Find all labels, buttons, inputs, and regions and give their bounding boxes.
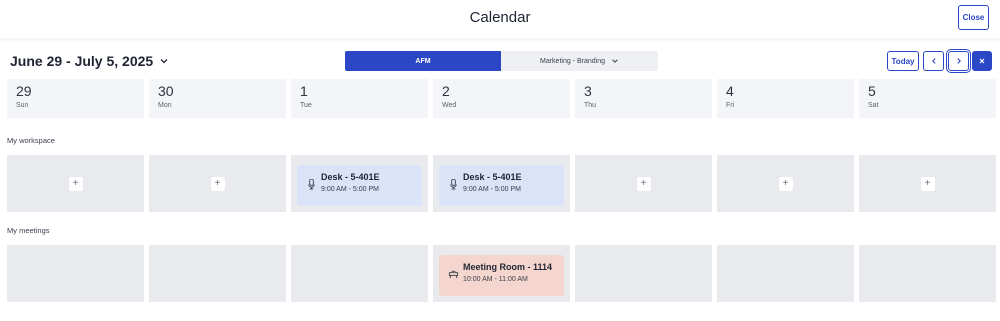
workspace-cell: Desk - 5-401E 9:00 AM - 5:00 PM [433,155,570,212]
segment-marketing-branding[interactable]: Marketing - Branding [501,51,658,71]
booking-time: 10:00 AM - 11:00 AM [463,276,528,283]
day-name: Tue [300,102,312,109]
day-header: 4 Fri [717,79,854,118]
date-range-selector[interactable]: June 29 - July 5, 2025 [10,53,169,69]
desk-icon [308,179,315,190]
day-header: 5 Sat [859,79,996,118]
meeting-cell [717,245,854,302]
desk-booking-card[interactable]: Desk - 5-401E 9:00 AM - 5:00 PM [297,165,422,206]
booking-time: 9:00 AM - 5:00 PM [321,186,379,193]
day-number: 3 [584,83,592,99]
chevron-down-icon [160,59,168,64]
segment-afm[interactable]: AFM [345,51,501,71]
date-range-label: June 29 - July 5, 2025 [10,53,154,69]
close-button[interactable]: Close [958,5,989,30]
today-button[interactable]: Today [887,51,919,71]
workspace-cell: + [859,155,996,212]
meeting-cell [7,245,144,302]
day-number: 4 [726,83,734,99]
chevron-down-icon [612,59,618,63]
meeting-booking-card[interactable]: Meeting Room - 1114 10:00 AM - 11:00 AM [439,255,564,296]
day-name: Fri [726,102,735,109]
booking-title: Meeting Room - 1114 [463,262,553,272]
page-title: Calendar [469,9,531,26]
location-segment: AFM Marketing - Branding [345,51,658,71]
day-number: 29 [16,83,32,99]
add-booking-button[interactable]: + [68,176,83,191]
day-name: Sun [16,102,29,109]
workspace-cell: + [7,155,144,212]
header: Calendar Close [0,0,1000,38]
close-icon [979,58,985,64]
booking-title: Desk - 5-401E [321,172,380,182]
day-header: 29 Sun [7,79,144,118]
add-booking-button[interactable]: + [920,176,935,191]
meeting-cell [149,245,286,302]
day-number: 1 [300,83,308,99]
next-week-button[interactable] [948,51,969,71]
meeting-cell: Meeting Room - 1114 10:00 AM - 11:00 AM [433,245,570,302]
day-header: 2 Wed [433,79,570,118]
meetings-section-label: My meetings [7,226,50,235]
workspace-cell: Desk - 5-401E 9:00 AM - 5:00 PM [291,155,428,212]
day-name: Mon [158,102,172,109]
chevron-right-icon [956,58,961,64]
close-view-button[interactable] [972,51,992,71]
booking-time: 9:00 AM - 5:00 PM [463,186,521,193]
add-booking-button[interactable]: + [778,176,793,191]
day-header: 3 Thu [575,79,712,118]
booking-title: Desk - 5-401E [463,172,522,182]
workspace-cell: + [575,155,712,212]
meetings-row: Meeting Room - 1114 10:00 AM - 11:00 AM [7,245,996,302]
day-header: 30 Mon [149,79,286,118]
add-booking-button[interactable]: + [636,176,651,191]
segment-marketing-label: Marketing - Branding [540,57,605,65]
day-header: 1 Tue [291,79,428,118]
meeting-cell [291,245,428,302]
workspace-cell: + [717,155,854,212]
meeting-cell [859,245,996,302]
workspace-row: + + Desk - 5-401E 9:00 AM - 5:00 PM Desk… [7,155,996,212]
day-name: Wed [442,102,457,109]
previous-week-button[interactable] [923,51,944,71]
desk-icon [450,179,457,190]
workspace-section-label: My workspace [7,136,55,145]
day-number: 30 [158,83,174,99]
day-name: Sat [868,102,879,109]
day-number: 2 [442,83,450,99]
day-header-row: 29 Sun 30 Mon 1 Tue 2 Wed 3 Thu 4 Fri 5 Sat [7,79,996,118]
day-number: 5 [868,83,876,99]
add-booking-button[interactable]: + [210,176,225,191]
chevron-left-icon [931,58,936,64]
meeting-room-icon [448,270,459,279]
day-name: Thu [584,102,597,109]
workspace-cell: + [149,155,286,212]
meeting-cell [575,245,712,302]
desk-booking-card[interactable]: Desk - 5-401E 9:00 AM - 5:00 PM [439,165,564,206]
